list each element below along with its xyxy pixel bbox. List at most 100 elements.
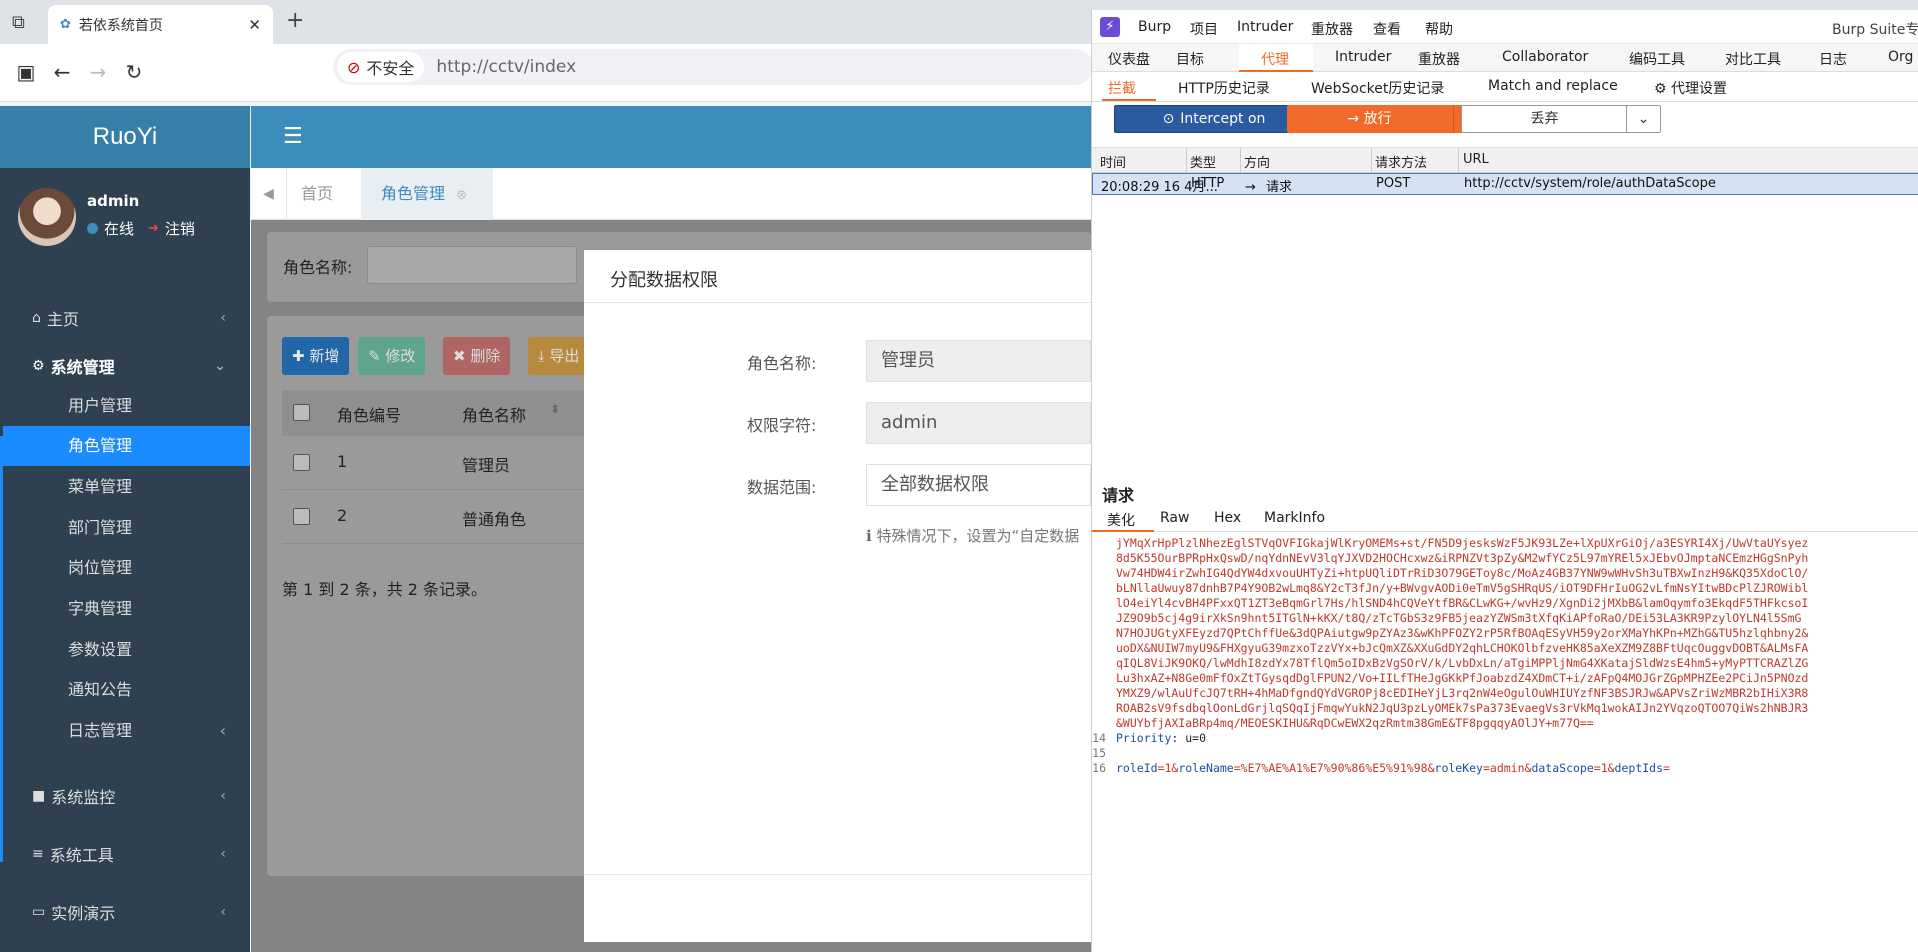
subtab-websocket-history[interactable]: WebSocket历史记录 — [1311, 78, 1444, 98]
user-status: 在线 ➜ 注销 — [87, 218, 195, 239]
subtab-intercept[interactable]: 拦截 — [1108, 78, 1136, 98]
select-all-checkbox[interactable] — [293, 404, 310, 421]
sort-icon[interactable]: ⬍ — [550, 402, 560, 416]
tab-hex[interactable]: Hex — [1214, 510, 1241, 526]
close-tab-icon[interactable]: ⊗ — [456, 188, 467, 203]
submenu-item-config[interactable]: 参数设置 — [3, 630, 250, 670]
submenu-item-notice[interactable]: 通知公告 — [3, 670, 250, 710]
tab-raw[interactable]: Raw — [1160, 510, 1189, 526]
video-camera-icon: ■ — [32, 788, 46, 804]
avatar[interactable] — [18, 188, 76, 246]
edit-button[interactable]: ✎ 修改 — [358, 337, 426, 375]
menu-view[interactable]: 查看 — [1373, 19, 1401, 39]
tab-role[interactable]: 角色管理 ⊗ — [361, 168, 493, 220]
menu-intruder[interactable]: Intruder — [1237, 19, 1293, 35]
tab-collaborator[interactable]: Collaborator — [1502, 49, 1588, 65]
role-name-search-input[interactable] — [367, 246, 577, 284]
submenu-item-depts[interactable]: 部门管理 — [3, 508, 250, 548]
subtab-http-history[interactable]: HTTP历史记录 — [1178, 78, 1270, 98]
forward-icon[interactable]: → — [84, 58, 112, 86]
column-header[interactable]: 请求方法 — [1375, 152, 1427, 171]
intercept-toggle-button[interactable]: ⊙ Intercept on — [1114, 105, 1314, 133]
export-label: 导出 — [549, 347, 580, 365]
tab-target[interactable]: 目标 — [1176, 49, 1204, 69]
submenu-item-posts[interactable]: 岗位管理 — [3, 548, 250, 588]
request-panel-title: 请求 — [1102, 486, 1135, 505]
window-title: Burp Suite专 — [1832, 22, 1918, 38]
reload-icon[interactable]: ↻ — [120, 58, 148, 86]
column-header[interactable]: URL — [1463, 152, 1489, 167]
app-header: ☰ — [251, 106, 1091, 168]
intercept-label: Intercept on — [1180, 111, 1266, 127]
submenu-item-roles[interactable]: 角色管理 — [3, 426, 250, 466]
back-icon[interactable]: ← — [48, 58, 76, 86]
row-url: http://cctv/system/role/authDataScope — [1464, 176, 1716, 191]
tabs-scroll-left-icon[interactable]: ◀ — [251, 168, 287, 220]
data-scope-select[interactable]: 全部数据权限 — [866, 464, 1091, 506]
submenu-item-menus[interactable]: 菜单管理 — [3, 467, 250, 507]
subtab-proxy-settings[interactable]: ⚙ 代理设置 — [1654, 78, 1727, 98]
insecure-badge[interactable]: ⊘ 不安全 — [337, 52, 425, 82]
tab-intruder[interactable]: Intruder — [1335, 49, 1391, 65]
tab-proxy[interactable]: 代理 — [1261, 49, 1289, 69]
export-button[interactable]: ⤓ 导出 — [528, 337, 590, 375]
new-tab-button[interactable]: + — [286, 8, 304, 33]
tab-dashboard[interactable]: 仪表盘 — [1108, 49, 1150, 69]
menu-repeater[interactable]: 重放器 — [1311, 19, 1353, 39]
url-text[interactable]: http://cctv/index — [436, 57, 576, 77]
bars-icon: ≡ — [32, 846, 44, 862]
code-line: 8d5K55OurBPRpHxQswD/nqYdnNEvV3lqYJXVD2HO… — [1116, 551, 1809, 565]
request-editor[interactable]: jYMqXrHpPlzlNhezEglSTVqOVFIGkajWlKryOMEM… — [1092, 534, 1918, 842]
search-label: 角色名称: — [283, 258, 353, 277]
role-name: 普通角色 — [462, 510, 527, 529]
chevron-down-icon: ⌄ — [214, 358, 226, 374]
logout-icon[interactable]: ➜ — [148, 221, 159, 236]
menu-burp[interactable]: Burp — [1138, 19, 1171, 35]
logout-link[interactable]: 注销 — [165, 218, 195, 239]
column-header[interactable]: 方向 — [1244, 152, 1270, 171]
sidebar-toggle-icon[interactable]: ▣ — [12, 58, 40, 86]
chevron-left-icon: ‹ — [220, 904, 226, 920]
menu-item-monitor[interactable]: ■ 系统监控 ‹ — [0, 768, 250, 824]
submenu-item-logs[interactable]: 日志管理 ‹ — [3, 711, 250, 751]
column-header[interactable]: 角色编号 — [337, 402, 401, 426]
submenu-item-users[interactable]: 用户管理 — [3, 386, 250, 426]
info-icon: ℹ — [866, 527, 872, 545]
tab-pretty[interactable]: 美化 — [1107, 510, 1135, 530]
param-key: roleName — [1178, 761, 1234, 775]
browser-tab[interactable]: ✿ 若依系统首页 ✕ — [48, 5, 273, 44]
close-tab-icon[interactable]: ✕ — [248, 16, 261, 34]
tab-repeater[interactable]: 重放器 — [1418, 49, 1460, 69]
tab-comparer[interactable]: 对比工具 — [1725, 49, 1781, 69]
tab-home[interactable]: 首页 — [301, 168, 333, 220]
add-button[interactable]: ✚ 新增 — [282, 337, 350, 375]
menu-item-demo[interactable]: ▭ 实例演示 ‹ — [0, 884, 250, 940]
subtab-match-replace[interactable]: Match and replace — [1488, 78, 1618, 94]
code-line: lO4eiYl4cvBH4PFxxQT1ZT3eBqmGrl7Hs/hlSND4… — [1116, 596, 1809, 610]
code-line: &WUYbfjAXIaBRp4mq/MEOESKIHU&RqDCwEWX2qzR… — [1116, 716, 1594, 730]
forward-button[interactable]: → 放行 ⌄ — [1287, 105, 1487, 133]
column-header[interactable]: 类型 — [1190, 152, 1216, 171]
menu-item-tools[interactable]: ≡ 系统工具 ‹ — [0, 826, 250, 882]
column-header[interactable]: 时间 — [1100, 152, 1126, 171]
tab-actions-icon[interactable]: ⧉ — [12, 12, 25, 33]
menu-help[interactable]: 帮助 — [1425, 19, 1453, 39]
tab-decoder[interactable]: 编码工具 — [1629, 49, 1685, 69]
app-logo[interactable]: RuoYi — [0, 106, 250, 168]
intercept-table-row[interactable]: 20:08:29 16 4月... HTTP → 请求 POST http://… — [1092, 173, 1918, 195]
drop-button[interactable]: 丢弃 ⌄ — [1461, 105, 1661, 133]
submenu-item-dicts[interactable]: 字典管理 — [3, 589, 250, 629]
pagination-info: 第 1 到 2 条，共 2 条记录。 — [282, 580, 488, 599]
tab-markinfo[interactable]: MarkInfo — [1264, 510, 1325, 526]
tab-organizer[interactable]: Org — [1888, 49, 1913, 65]
row-checkbox[interactable] — [293, 508, 310, 525]
column-header[interactable]: 角色名称 — [462, 402, 526, 426]
delete-button[interactable]: ✖ 删除 — [443, 337, 511, 375]
body-line: roleId=1&roleName=%E7%AE%A1%E7%90%86%E5%… — [1116, 761, 1670, 775]
row-checkbox[interactable] — [293, 454, 310, 471]
tab-logger[interactable]: 日志 — [1819, 49, 1847, 69]
address-bar[interactable]: ⊘ 不安全 http://cctv/index — [333, 49, 1093, 85]
hamburger-icon[interactable]: ☰ — [283, 124, 303, 149]
menu-project[interactable]: 项目 — [1190, 19, 1218, 39]
chevron-down-icon[interactable]: ⌄ — [1626, 106, 1660, 132]
